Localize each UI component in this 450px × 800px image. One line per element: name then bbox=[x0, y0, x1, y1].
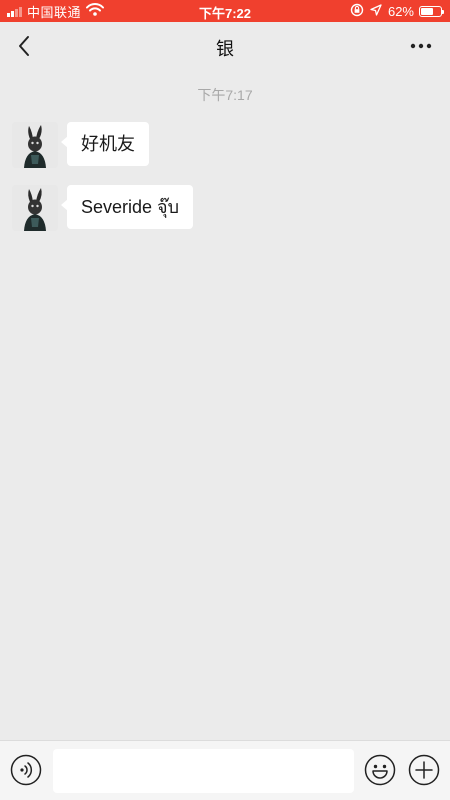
emoji-button[interactable] bbox=[364, 754, 396, 786]
input-bar bbox=[0, 740, 450, 800]
status-bar: 中国联通 下午7:22 62% bbox=[0, 0, 450, 22]
chat-area[interactable]: 下午7:17 好机友 Severide จุ๊บ bbox=[0, 70, 450, 740]
more-dots-icon bbox=[410, 43, 432, 49]
back-button[interactable] bbox=[10, 32, 38, 60]
battery-fill bbox=[421, 7, 433, 15]
chat-title: 银 bbox=[216, 39, 234, 59]
plus-icon bbox=[408, 754, 440, 786]
voice-icon bbox=[10, 754, 42, 786]
status-right: 62% bbox=[350, 3, 444, 20]
battery-icon bbox=[419, 5, 444, 17]
emoji-icon bbox=[364, 754, 396, 786]
orientation-lock-icon bbox=[350, 3, 364, 20]
message-row: Severide จุ๊บ bbox=[12, 185, 194, 231]
message-bubble[interactable]: 好机友 bbox=[61, 122, 149, 166]
message-bubble[interactable]: Severide จุ๊บ bbox=[60, 185, 194, 229]
more-button[interactable] bbox=[406, 32, 436, 60]
location-arrow-icon bbox=[370, 3, 382, 19]
message-row: 好机友 bbox=[12, 122, 149, 168]
message-input[interactable] bbox=[53, 749, 354, 793]
bunny-avatar[interactable] bbox=[12, 122, 58, 168]
plus-button[interactable] bbox=[408, 754, 440, 786]
voice-button[interactable] bbox=[10, 754, 42, 786]
message-timestamp: 下午7:17 bbox=[197, 87, 253, 103]
chevron-left-icon bbox=[19, 36, 29, 56]
nav-bar: 银 bbox=[0, 22, 450, 70]
bunny-avatar[interactable] bbox=[12, 185, 58, 231]
battery-percent: 62% bbox=[387, 3, 414, 19]
